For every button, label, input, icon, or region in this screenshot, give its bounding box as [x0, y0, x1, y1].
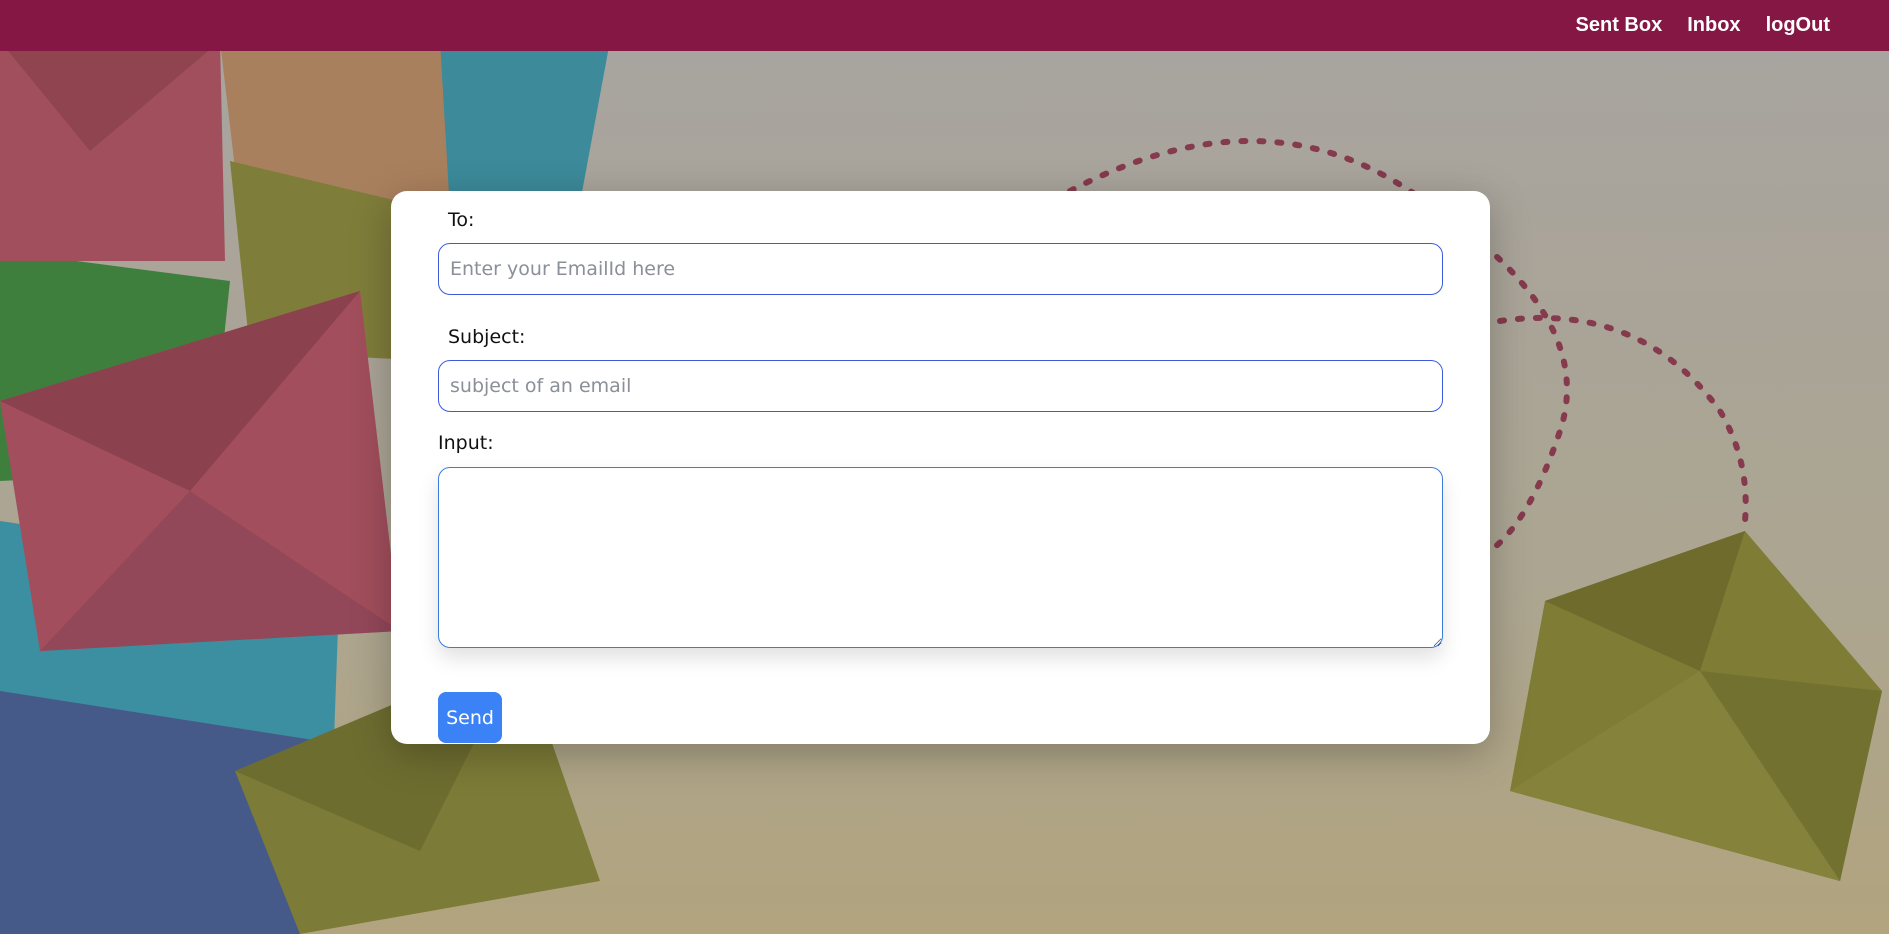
- nav-inbox-link[interactable]: Inbox: [1687, 14, 1740, 37]
- top-navbar: Sent Box Inbox logOut: [0, 0, 1889, 51]
- send-button[interactable]: Send: [438, 692, 502, 743]
- to-label: To:: [448, 209, 475, 231]
- message-body-textarea[interactable]: [438, 467, 1443, 648]
- nav-sent-box-link[interactable]: Sent Box: [1576, 14, 1663, 37]
- subject-label: Subject:: [448, 326, 526, 348]
- subject-input[interactable]: [438, 360, 1443, 412]
- nav-logout-link[interactable]: logOut: [1766, 14, 1830, 37]
- to-email-input[interactable]: [438, 243, 1443, 295]
- compose-email-card: To: Subject: Input: Send: [391, 191, 1490, 744]
- input-label: Input:: [438, 432, 494, 454]
